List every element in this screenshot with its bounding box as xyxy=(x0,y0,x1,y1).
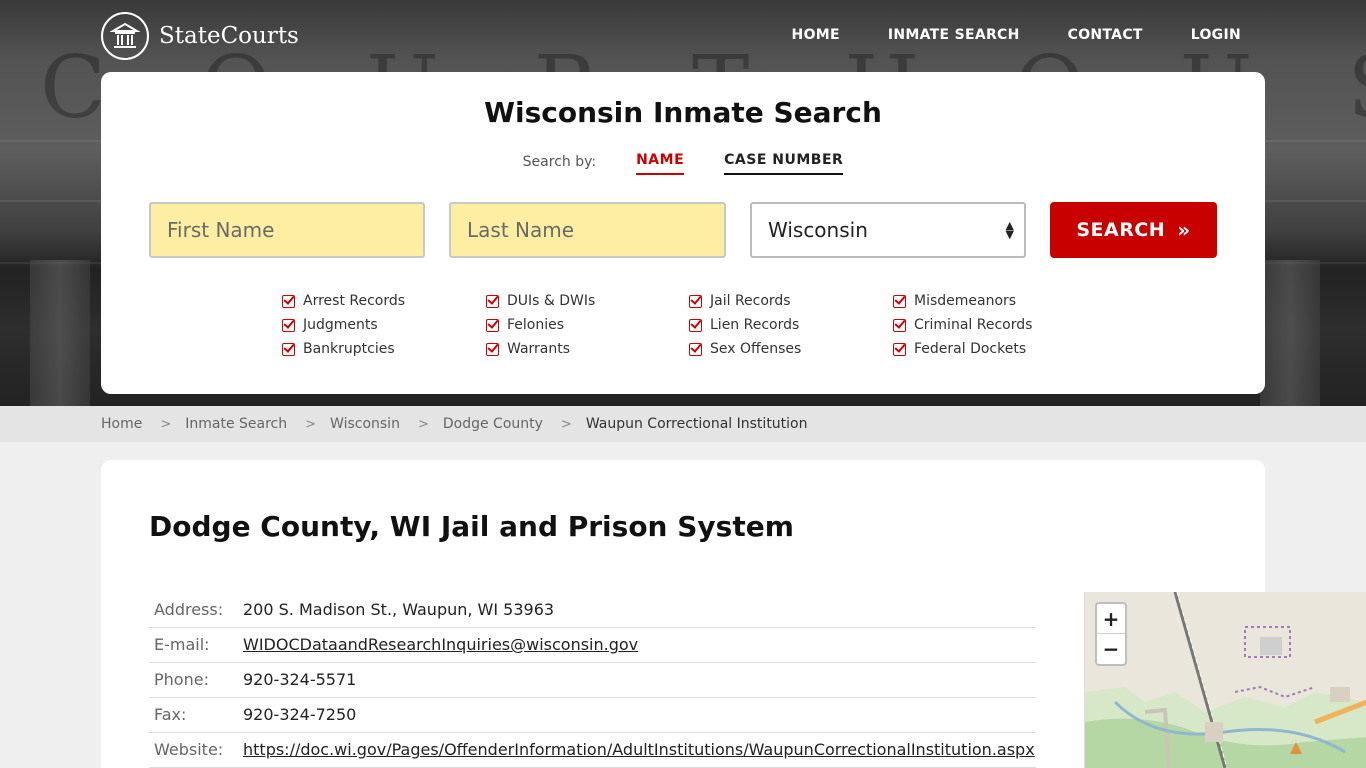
info-key: Address: xyxy=(149,592,243,628)
courthouse-icon xyxy=(101,12,149,60)
record-type-item[interactable]: Misdemeanors xyxy=(893,292,1073,310)
map-zoom-control: + − xyxy=(1095,602,1127,666)
record-type-label: Bankruptcies xyxy=(303,341,395,357)
record-type-item[interactable]: Lien Records xyxy=(689,316,893,334)
breadcrumb-home[interactable]: Home xyxy=(101,416,142,432)
statecourts-logo[interactable]: StateCourts xyxy=(101,12,299,60)
checkbox-icon xyxy=(893,342,906,356)
page-title: Dodge County, WI Jail and Prison System xyxy=(149,510,794,543)
record-type-item[interactable]: Arrest Records xyxy=(282,292,486,310)
record-types-list: Arrest Records DUIs & DWIs Jail Records … xyxy=(282,292,1073,358)
tab-case-number[interactable]: CASE NUMBER xyxy=(724,152,844,175)
table-row: Address: 200 S. Madison St., Waupun, WI … xyxy=(149,592,1036,628)
table-row: Website: https://doc.wi.gov/Pages/Offend… xyxy=(149,732,1036,768)
checkbox-icon xyxy=(282,294,295,308)
record-type-label: Judgments xyxy=(303,317,378,333)
checkbox-icon xyxy=(486,318,499,332)
record-type-item[interactable]: Sex Offenses xyxy=(689,340,893,358)
table-row: Fax: 920-324-7250 xyxy=(149,697,1036,733)
table-row: E-mail: WIDOCDataandResearchInquiries@wi… xyxy=(149,627,1036,663)
last-name-input[interactable] xyxy=(467,218,724,242)
search-card: Wisconsin Inmate Search Search by: NAME … xyxy=(101,72,1265,394)
chevron-right-icon: > xyxy=(160,416,172,432)
chevron-right-icon: > xyxy=(305,416,317,432)
record-type-label: DUIs & DWIs xyxy=(507,293,596,309)
record-type-label: Misdemeanors xyxy=(914,293,1017,309)
zoom-in-button[interactable]: + xyxy=(1097,604,1125,634)
search-button[interactable]: SEARCH » xyxy=(1050,202,1217,258)
record-type-label: Federal Dockets xyxy=(914,341,1027,357)
top-nav: HOME INMATE SEARCH CONTACT LOGIN xyxy=(744,27,1241,43)
double-chevron-right-icon: » xyxy=(1177,218,1191,242)
fax-value: 920-324-7250 xyxy=(243,697,1036,733)
info-key: Phone: xyxy=(149,662,243,698)
info-key: Fax: xyxy=(149,697,243,733)
record-type-item[interactable]: Felonies xyxy=(486,316,689,334)
checkbox-icon xyxy=(689,342,702,356)
record-type-label: Sex Offenses xyxy=(710,341,802,357)
email-link[interactable]: WIDOCDataandResearchInquiries@wisconsin.… xyxy=(243,635,638,654)
breadcrumb-wisconsin[interactable]: Wisconsin xyxy=(330,416,400,432)
checkbox-icon xyxy=(282,342,295,356)
record-type-item[interactable]: Judgments xyxy=(282,316,486,334)
checkbox-icon xyxy=(893,318,906,332)
nav-inmate-search[interactable]: INMATE SEARCH xyxy=(888,27,1020,43)
checkbox-icon xyxy=(282,318,295,332)
state-select[interactable]: Wisconsin ▲ ▼ xyxy=(750,202,1026,258)
chevron-right-icon: > xyxy=(560,416,572,432)
record-type-item[interactable]: Bankruptcies xyxy=(282,340,486,358)
breadcrumb-inmate-search[interactable]: Inmate Search xyxy=(185,416,287,432)
phone-value: 920-324-5571 xyxy=(243,662,1036,698)
state-select-value: Wisconsin xyxy=(768,218,868,242)
info-key: Website: xyxy=(149,732,243,768)
search-by-label: Search by: xyxy=(522,154,597,170)
tab-name[interactable]: NAME xyxy=(636,152,685,175)
record-type-label: Lien Records xyxy=(710,317,800,333)
record-type-item[interactable]: Jail Records xyxy=(689,292,893,310)
info-key: E-mail: xyxy=(149,627,243,663)
record-type-item[interactable]: DUIs & DWIs xyxy=(486,292,689,310)
map-tiles xyxy=(1085,592,1366,768)
checkbox-icon xyxy=(689,318,702,332)
nav-home[interactable]: HOME xyxy=(792,27,840,43)
first-name-input[interactable] xyxy=(167,218,423,242)
checkbox-icon xyxy=(689,294,702,308)
search-title: Wisconsin Inmate Search xyxy=(484,96,882,129)
record-type-label: Jail Records xyxy=(710,293,791,309)
record-type-label: Warrants xyxy=(507,341,571,357)
nav-contact[interactable]: CONTACT xyxy=(1068,27,1143,43)
record-type-label: Criminal Records xyxy=(914,317,1033,333)
nav-login[interactable]: LOGIN xyxy=(1191,27,1241,43)
table-row: Phone: 920-324-5571 xyxy=(149,662,1036,698)
zoom-out-button[interactable]: − xyxy=(1097,634,1125,664)
record-type-item[interactable]: Federal Dockets xyxy=(893,340,1073,358)
address-value: 200 S. Madison St., Waupun, WI 53963 xyxy=(243,592,1036,628)
breadcrumb-current: Waupun Correctional Institution xyxy=(585,416,808,432)
breadcrumb-dodge-county[interactable]: Dodge County xyxy=(443,416,543,432)
checkbox-icon xyxy=(486,342,499,356)
search-button-label: SEARCH xyxy=(1076,219,1166,241)
checkbox-icon xyxy=(893,294,906,308)
facility-info-table: Address: 200 S. Madison St., Waupun, WI … xyxy=(149,592,1036,768)
breadcrumb: Home > Inmate Search > Wisconsin > Dodge… xyxy=(0,406,1366,442)
record-type-label: Felonies xyxy=(507,317,565,333)
search-by-tabs: Search by: NAME CASE NUMBER xyxy=(101,152,1265,175)
website-link[interactable]: https://doc.wi.gov/Pages/OffenderInforma… xyxy=(243,740,1035,759)
brand-name: StateCourts xyxy=(159,23,299,49)
record-type-label: Arrest Records xyxy=(303,293,406,309)
location-map[interactable]: + − xyxy=(1084,592,1366,768)
first-name-field[interactable] xyxy=(149,202,425,258)
record-type-item[interactable]: Criminal Records xyxy=(893,316,1073,334)
select-arrows-icon: ▲ ▼ xyxy=(1005,219,1014,241)
last-name-field[interactable] xyxy=(449,202,726,258)
chevron-right-icon: > xyxy=(417,416,429,432)
record-type-item[interactable]: Warrants xyxy=(486,340,689,358)
checkbox-icon xyxy=(486,294,499,308)
